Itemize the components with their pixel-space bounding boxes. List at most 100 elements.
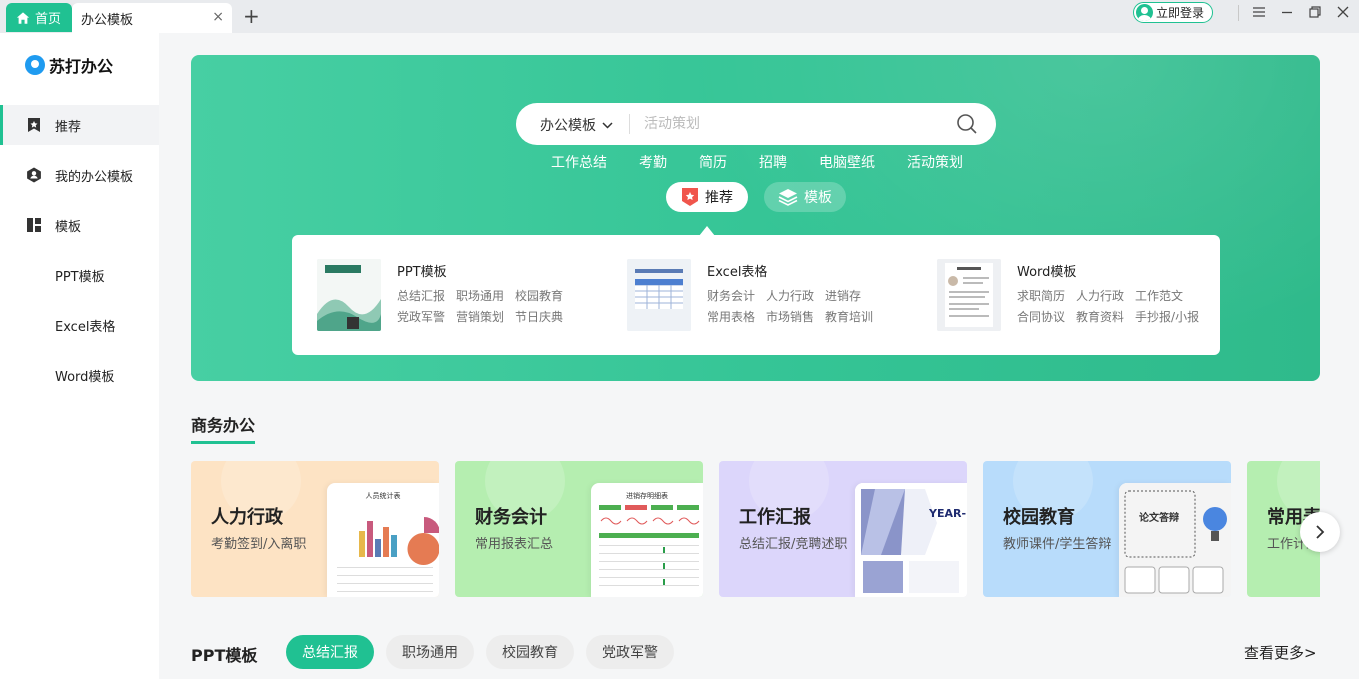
category-tag[interactable]: 工作范文 — [1135, 287, 1183, 304]
close-window-icon[interactable] — [1333, 3, 1353, 21]
category-tag[interactable]: 常用表格 — [707, 308, 755, 325]
category-tag[interactable]: 手抄报/小报 — [1135, 308, 1199, 325]
sidebar-item-label: 模板 — [55, 219, 82, 235]
category-tag[interactable]: 职场通用 — [456, 287, 504, 304]
login-label: 立即登录 — [1156, 6, 1205, 20]
card-preview-title: 人员统计表 — [365, 492, 401, 500]
search-category-label: 办公模板 — [540, 118, 596, 134]
search-icon[interactable] — [956, 113, 978, 135]
filter-pill-summary[interactable]: 总结汇报 — [286, 635, 374, 669]
sidebar-item-label: Excel表格 — [55, 319, 116, 335]
login-button[interactable]: 立即登录 — [1133, 2, 1213, 23]
category-tag[interactable]: 校园教育 — [515, 287, 563, 304]
hero-tab-templates[interactable]: 模板 — [764, 182, 846, 212]
see-more-link[interactable]: 查看更多> — [1244, 642, 1317, 663]
tab-office-templates[interactable]: 办公模板 × — [72, 3, 232, 33]
filter-pill-campus[interactable]: 校园教育 — [486, 635, 574, 669]
card-preview: 论文答辩 — [1119, 483, 1231, 597]
card-finance[interactable]: 财务会计 常用报表汇总 进销存明细表 — [455, 461, 703, 597]
recommend-badge-icon — [682, 188, 698, 206]
card-campus-education[interactable]: 校园教育 教师课件/学生答辩 论文答辩 — [983, 461, 1231, 597]
section-underline — [191, 441, 255, 444]
hero-tab-recommend[interactable]: 推荐 — [666, 182, 748, 212]
card-subtitle: 教师课件/学生答辩 — [1003, 537, 1112, 552]
category-tags: 总结汇报 职场通用 校园教育 党政军警 营销策划 节日庆典 — [397, 287, 597, 325]
hero-tab-label: 推荐 — [705, 190, 733, 206]
category-tag[interactable]: 营销策划 — [456, 308, 504, 325]
hero-tab-label: 模板 — [804, 190, 832, 206]
ppt-thumbnail[interactable] — [317, 259, 381, 331]
sidebar-item-templates[interactable]: 模板 — [0, 205, 159, 245]
category-tag[interactable]: 党政军警 — [397, 308, 445, 325]
card-preview: 人员统计表 — [327, 483, 439, 597]
sidebar-item-word[interactable]: Word模板 — [0, 355, 159, 395]
word-thumbnail[interactable] — [937, 259, 1001, 331]
category-tag[interactable]: 节日庆典 — [515, 308, 563, 325]
avatar-icon — [1136, 4, 1153, 21]
chevron-right-icon — [1316, 525, 1325, 539]
hot-word[interactable]: 简历 — [699, 152, 727, 172]
category-title[interactable]: Word模板 — [1017, 261, 1076, 280]
category-tag[interactable]: 市场销售 — [766, 308, 814, 325]
category-word: Word模板 求职简历 人力行政 工作范文 合同协议 教育资料 手抄报/小报 — [912, 259, 1212, 331]
minimize-icon[interactable] — [1277, 3, 1297, 21]
close-icon[interactable]: × — [212, 10, 224, 24]
card-title: 人力行政 — [211, 507, 283, 528]
category-title[interactable]: Excel表格 — [707, 261, 767, 280]
category-tag[interactable]: 人力行政 — [1076, 287, 1124, 304]
filter-pill-workplace[interactable]: 职场通用 — [386, 635, 474, 669]
category-tags: 财务会计 人力行政 进销存 常用表格 市场销售 教育培训 — [707, 287, 907, 325]
card-subtitle: 常用报表汇总 — [475, 537, 554, 552]
category-tag[interactable]: 进销存 — [825, 287, 861, 304]
search-divider — [629, 114, 630, 134]
sidebar-item-label: 推荐 — [55, 119, 82, 135]
layers-icon — [778, 189, 798, 206]
sidebar-item-recommend[interactable]: 推荐 — [0, 105, 159, 145]
sidebar-item-my-templates[interactable]: 我的办公模板 — [0, 155, 159, 195]
grid-icon — [27, 218, 41, 232]
add-tab-icon[interactable]: + — [243, 6, 260, 26]
card-work-report[interactable]: 工作汇报 总结汇报/竞聘述职 YEAR-END REPORT — [719, 461, 967, 597]
menu-icon[interactable] — [1249, 3, 1269, 21]
sidebar-item-label: PPT模板 — [55, 269, 105, 285]
filter-pill-party[interactable]: 党政军警 — [586, 635, 674, 669]
chevron-down-icon — [602, 121, 613, 129]
category-tags: 求职简历 人力行政 工作范文 合同协议 教育资料 手抄报/小报 — [1017, 287, 1217, 325]
category-tag[interactable]: 财务会计 — [707, 287, 755, 304]
hot-word[interactable]: 考勤 — [639, 152, 667, 172]
card-hr[interactable]: 人力行政 考勤签到/入离职 人员统计表 — [191, 461, 439, 597]
category-tag[interactable]: 求职简历 — [1017, 287, 1065, 304]
card-title: 校园教育 — [1003, 507, 1075, 528]
app-logo: 苏打办公 — [25, 53, 113, 77]
excel-thumbnail[interactable] — [627, 259, 691, 331]
home-icon — [16, 11, 30, 24]
hot-word[interactable]: 电脑壁纸 — [819, 152, 875, 172]
sidebar: 苏打办公 推荐 我的办公模板 模板 PPT模板 Excel表格 Word模板 — [0, 33, 159, 679]
category-title[interactable]: PPT模板 — [397, 261, 447, 280]
carousel-next-button[interactable] — [1300, 512, 1340, 552]
sidebar-item-excel[interactable]: Excel表格 — [0, 305, 159, 345]
category-tag[interactable]: 合同协议 — [1017, 308, 1065, 325]
category-tag[interactable]: 教育资料 — [1076, 308, 1124, 325]
hot-word[interactable]: 活动策划 — [907, 152, 963, 172]
search-input[interactable] — [644, 111, 944, 137]
category-tag[interactable]: 总结汇报 — [397, 287, 445, 304]
user-hexagon-icon — [27, 167, 41, 183]
tab-active-label: 办公模板 — [81, 12, 134, 28]
search-category-dropdown[interactable]: 办公模板 — [540, 115, 613, 135]
business-cards: 人力行政 考勤签到/入离职 人员统计表 财务会计 常用报表汇总 进销存明细表 工… — [191, 461, 1320, 597]
card-preview: YEAR-END REPORT — [855, 483, 967, 597]
star-bookmark-icon — [28, 118, 40, 132]
restore-icon[interactable] — [1305, 3, 1325, 21]
tab-home[interactable]: 首页 — [6, 3, 72, 32]
card-title: 工作汇报 — [739, 507, 811, 528]
titlebar-divider — [1238, 5, 1239, 21]
card-preview-title: YEAR-END REPORT — [929, 507, 967, 520]
sidebar-item-ppt[interactable]: PPT模板 — [0, 255, 159, 295]
category-tag[interactable]: 人力行政 — [766, 287, 814, 304]
hot-word[interactable]: 招聘 — [759, 152, 787, 172]
sidebar-item-label: 我的办公模板 — [55, 169, 134, 185]
hot-word[interactable]: 工作总结 — [551, 152, 607, 172]
category-tag[interactable]: 教育培训 — [825, 308, 873, 325]
card-preview: 进销存明细表 — [591, 483, 703, 597]
